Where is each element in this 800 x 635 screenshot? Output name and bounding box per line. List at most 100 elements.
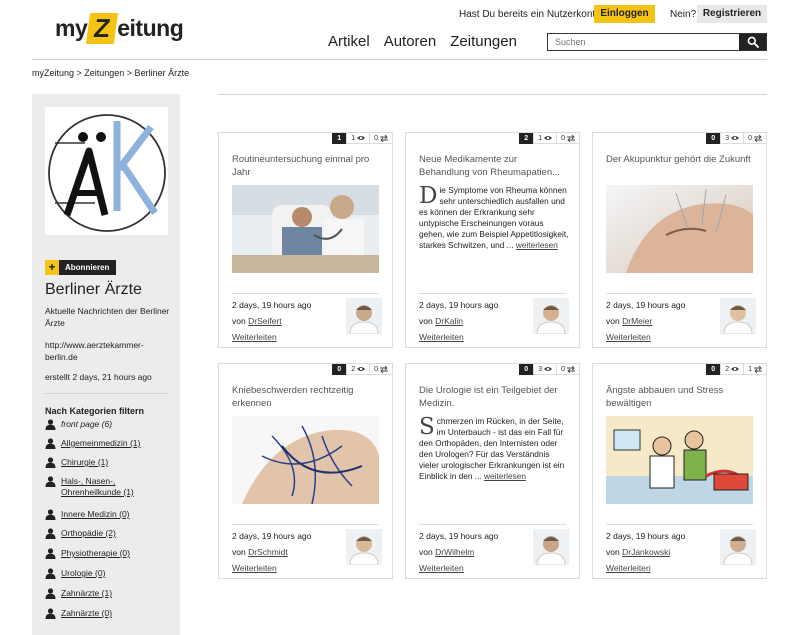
byline-prefix: von xyxy=(606,316,620,326)
article-byline: von DrMeier xyxy=(606,316,652,326)
article-stats: 11 0 xyxy=(332,133,392,144)
person-icon xyxy=(45,419,56,430)
shares-badge: 0 xyxy=(743,133,766,144)
forward-link[interactable]: Weiterleiten xyxy=(232,563,277,573)
register-button[interactable]: Registrieren xyxy=(697,5,767,23)
account-question: Hast Du bereits ein Nutzerkonto? xyxy=(459,9,607,20)
article-card[interactable]: 0 2 0 Kniebeschwerden rechtzeitig erkennen 2… xyxy=(218,363,393,579)
read-more-link[interactable]: weiterlesen xyxy=(484,471,526,481)
views-badge: 2 xyxy=(346,364,370,375)
category-label: Urologie (0) xyxy=(61,568,106,578)
author-avatar[interactable] xyxy=(346,529,382,565)
article-image[interactable] xyxy=(606,185,753,273)
category-item[interactable]: Innere Medizin (0) xyxy=(45,509,145,520)
newspaper-url[interactable]: http://www.aerztekammer-berlin.de xyxy=(45,339,165,363)
author-link[interactable]: DrKalin xyxy=(435,316,463,326)
forward-link[interactable]: Weiterleiten xyxy=(606,563,651,573)
search-button[interactable] xyxy=(739,34,766,50)
byline-prefix: von xyxy=(419,547,433,557)
card-divider xyxy=(419,524,566,525)
nav-zeitungen[interactable]: Zeitungen xyxy=(450,33,517,50)
article-card[interactable]: 1 1 0 Routineuntersuchung einmal pro Jahr 2 … xyxy=(218,132,393,348)
nav-artikel[interactable]: Artikel xyxy=(328,33,370,50)
article-image[interactable] xyxy=(232,185,379,273)
rank-badge: 2 xyxy=(519,133,534,144)
author-link[interactable]: DrSchmidt xyxy=(248,547,288,557)
breadcrumb[interactable]: myZeitung > Zeitungen > Berliner Ärzte xyxy=(32,68,189,78)
shares-badge: 0 xyxy=(369,133,392,144)
article-title[interactable]: Routineuntersuchung einmal pro Jahr xyxy=(232,153,382,179)
author-avatar[interactable] xyxy=(533,298,569,334)
article-title[interactable]: Neue Medikamente zur Behandlung von Rheu… xyxy=(419,153,569,179)
plus-icon: + xyxy=(45,260,59,275)
article-image[interactable] xyxy=(606,416,753,504)
forward-link[interactable]: Weiterleiten xyxy=(606,332,651,342)
author-link[interactable]: DrSeifert xyxy=(248,316,282,326)
views-count: 1 xyxy=(351,134,356,142)
category-label: Zahnärzte (0) xyxy=(61,608,113,618)
article-image[interactable] xyxy=(232,416,379,504)
category-item[interactable]: Urologie (0) xyxy=(45,568,145,579)
article-timestamp: 2 days, 19 hours ago xyxy=(606,300,686,310)
category-item[interactable]: Physiotherapie (0) xyxy=(45,548,145,559)
category-item[interactable]: front page (6) xyxy=(45,419,145,430)
author-avatar[interactable] xyxy=(720,529,756,565)
content-divider xyxy=(218,94,767,95)
shares-badge: 0 xyxy=(556,133,579,144)
article-title[interactable]: Die Urologie ist ein Teilgebiet der Medi… xyxy=(419,384,569,410)
read-more-link[interactable]: weiterlesen xyxy=(516,240,558,250)
share-arrows-icon xyxy=(567,134,575,142)
logo-z-mark: Z xyxy=(86,13,119,44)
login-button[interactable]: Einloggen xyxy=(594,5,655,23)
author-link[interactable]: DrWilhelm xyxy=(435,547,474,557)
shares-badge: 1 xyxy=(743,364,766,375)
author-avatar[interactable] xyxy=(720,298,756,334)
person-icon xyxy=(45,548,56,559)
card-divider xyxy=(232,293,379,294)
shares-count: 0 xyxy=(374,134,378,142)
logo-text-eitung: eitung xyxy=(117,15,184,41)
nav-autoren[interactable]: Autoren xyxy=(384,33,437,50)
category-label: Zahnärzte (1) xyxy=(61,588,113,598)
category-item[interactable]: Hals-, Nasen-, Ohrenheilkunde (1) xyxy=(45,476,145,498)
category-item[interactable]: Chirurgie (1) xyxy=(45,457,145,468)
subscribe-button[interactable]: + Abonnieren xyxy=(45,260,117,275)
author-link[interactable]: DrJankowski xyxy=(622,547,670,557)
views-badge: 3 xyxy=(720,133,744,144)
author-avatar[interactable] xyxy=(346,298,382,334)
newspaper-title: Berliner Ärzte xyxy=(45,281,142,298)
author-link[interactable]: DrMeier xyxy=(622,316,652,326)
article-card[interactable]: 0 3 0 Die Urologie ist ein Teilgebiet der M… xyxy=(405,363,580,579)
eye-icon xyxy=(544,136,553,140)
author-avatar[interactable] xyxy=(533,529,569,565)
forward-link[interactable]: Weiterleiten xyxy=(419,332,464,342)
category-item[interactable]: Orthopädie (2) xyxy=(45,528,145,539)
article-card[interactable]: 0 2 1 Ängste abbauen und Stress bewältigen 2… xyxy=(592,363,767,579)
forward-link[interactable]: Weiterleiten xyxy=(232,332,277,342)
myzeitung-logo[interactable]: my Zeitung xyxy=(55,13,184,44)
article-timestamp: 2 days, 19 hours ago xyxy=(606,531,686,541)
search-icon xyxy=(747,36,759,48)
byline-prefix: von xyxy=(232,316,246,326)
article-card[interactable]: 0 3 0 Der Akupunktur gehört die Zukunft 2 da… xyxy=(592,132,767,348)
views-count: 1 xyxy=(538,134,543,142)
person-icon xyxy=(45,476,56,487)
no-account-label: Nein? xyxy=(670,9,697,20)
person-icon xyxy=(45,438,56,449)
article-title[interactable]: Kniebeschwerden rechtzeitig erkennen xyxy=(232,384,382,410)
category-item[interactable]: Allgemeinmedizin (1) xyxy=(45,438,145,449)
category-label: Orthopädie (2) xyxy=(61,528,116,538)
forward-link[interactable]: Weiterleiten xyxy=(419,563,464,573)
article-card[interactable]: 2 1 0 Neue Medikamente zur Behandlung von R… xyxy=(405,132,580,348)
article-title[interactable]: Ängste abbauen und Stress bewältigen xyxy=(606,384,756,410)
views-badge: 1 xyxy=(346,133,370,144)
category-item[interactable]: Zahnärzte (0) xyxy=(45,608,145,619)
category-item[interactable]: Zahnärzte (1) xyxy=(45,588,145,599)
newspaper-created: erstellt 2 days, 21 hours ago xyxy=(45,372,152,382)
search-input[interactable] xyxy=(548,34,739,50)
eye-icon xyxy=(357,136,366,140)
aerztekammer-logo xyxy=(45,107,168,235)
byline-prefix: von xyxy=(419,316,433,326)
article-title[interactable]: Der Akupunktur gehört die Zukunft xyxy=(606,153,756,166)
views-badge: 2 xyxy=(720,364,744,375)
